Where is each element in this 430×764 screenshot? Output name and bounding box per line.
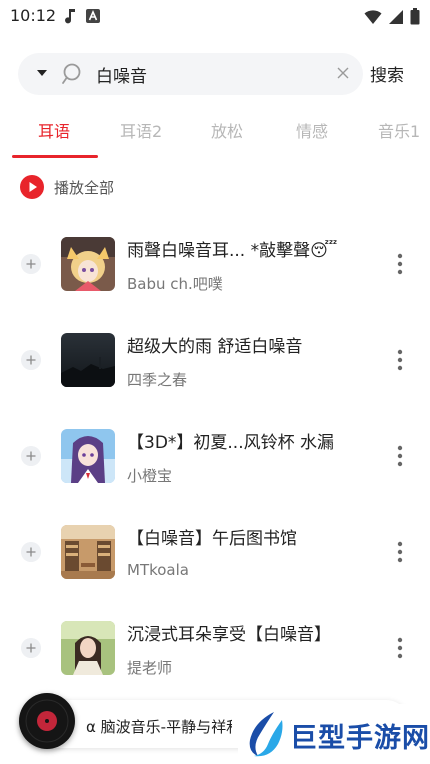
search-input[interactable]: 白噪音 [96, 62, 147, 87]
tab-relax[interactable]: 放松 [211, 118, 243, 142]
girl-photo-cover [61, 621, 115, 675]
battery-icon [410, 8, 420, 25]
song-row[interactable]: 沉浸式耳朵享受【白噪音】 提老师 [0, 600, 430, 696]
song-row[interactable]: 【3D*】初夏...风铃杯 水漏 小橙宝 [0, 408, 430, 504]
song-title: 超级大的雨 舒适白噪音 [127, 337, 303, 357]
add-icon[interactable] [21, 542, 41, 562]
status-bar: 10:12 [0, 0, 430, 32]
signal-icon [389, 9, 403, 24]
search-button[interactable]: 搜索 [370, 61, 404, 86]
watermark: 巨型手游网 [238, 704, 430, 764]
now-playing-title: α 脑波音乐-平静与祥和 [86, 718, 232, 736]
anime-girl-purple-cover [61, 429, 115, 483]
tab-indicator [12, 155, 98, 158]
more-options-icon[interactable] [392, 636, 408, 660]
a-app-icon [86, 9, 100, 23]
song-row[interactable]: 超级大的雨 舒适白噪音 四季之春 [0, 312, 430, 408]
dark-rain-cover [61, 333, 115, 387]
status-left-icons [64, 8, 100, 24]
song-title: 【3D*】初夏...风铃杯 水漏 [127, 433, 335, 453]
wifi-icon [364, 9, 382, 24]
song-row[interactable]: 雨聲白噪音耳... *敲擊聲😴 Babu ch.吧噗 [0, 216, 430, 312]
category-tabs: 耳语 耳语2 放松 情感 音乐1 [0, 110, 430, 158]
song-artist: 小橙宝 [127, 467, 173, 485]
song-title: 沉浸式耳朵享受【白噪音】 [127, 625, 331, 645]
tab-emotion[interactable]: 情感 [296, 118, 328, 142]
play-circle-icon [20, 175, 44, 199]
search-icon [62, 63, 81, 84]
song-title: 雨聲白噪音耳... *敲擊聲😴 [127, 241, 338, 261]
add-icon[interactable] [21, 446, 41, 466]
add-icon[interactable] [21, 254, 41, 274]
song-artist: 四季之春 [127, 371, 188, 389]
tab-whisper-2[interactable]: 耳语2 [120, 118, 162, 142]
song-artist: Babu ch.吧噗 [127, 275, 223, 293]
more-options-icon[interactable] [392, 540, 408, 564]
more-options-icon[interactable] [392, 252, 408, 276]
library-cover [61, 525, 115, 579]
more-options-icon[interactable] [392, 348, 408, 372]
play-all-label: 播放全部 [54, 178, 115, 197]
watermark-logo-icon [249, 712, 283, 757]
vinyl-disc-icon[interactable] [19, 693, 75, 749]
add-icon[interactable] [21, 350, 41, 370]
play-all-button[interactable]: 播放全部 [20, 175, 114, 199]
tab-whisper[interactable]: 耳语 [38, 118, 70, 142]
song-artist: MTkoala [127, 561, 189, 579]
tab-music-1[interactable]: 音乐1 [378, 118, 420, 142]
song-title: 【白噪音】午后图书馆 [127, 529, 297, 549]
dropdown-arrow-icon[interactable] [36, 69, 48, 77]
status-time: 10:12 [10, 6, 57, 25]
song-artist: 提老师 [127, 659, 173, 677]
song-row[interactable]: 【白噪音】午后图书馆 MTkoala [0, 504, 430, 600]
status-right-icons [364, 8, 420, 25]
add-icon[interactable] [21, 638, 41, 658]
watermark-text: 巨型手游网 [290, 723, 430, 754]
anime-girl-cover [61, 237, 115, 291]
search-box[interactable]: 白噪音 [18, 53, 363, 95]
music-note-icon [65, 9, 75, 24]
more-options-icon[interactable] [392, 444, 408, 468]
clear-icon[interactable] [337, 67, 349, 79]
